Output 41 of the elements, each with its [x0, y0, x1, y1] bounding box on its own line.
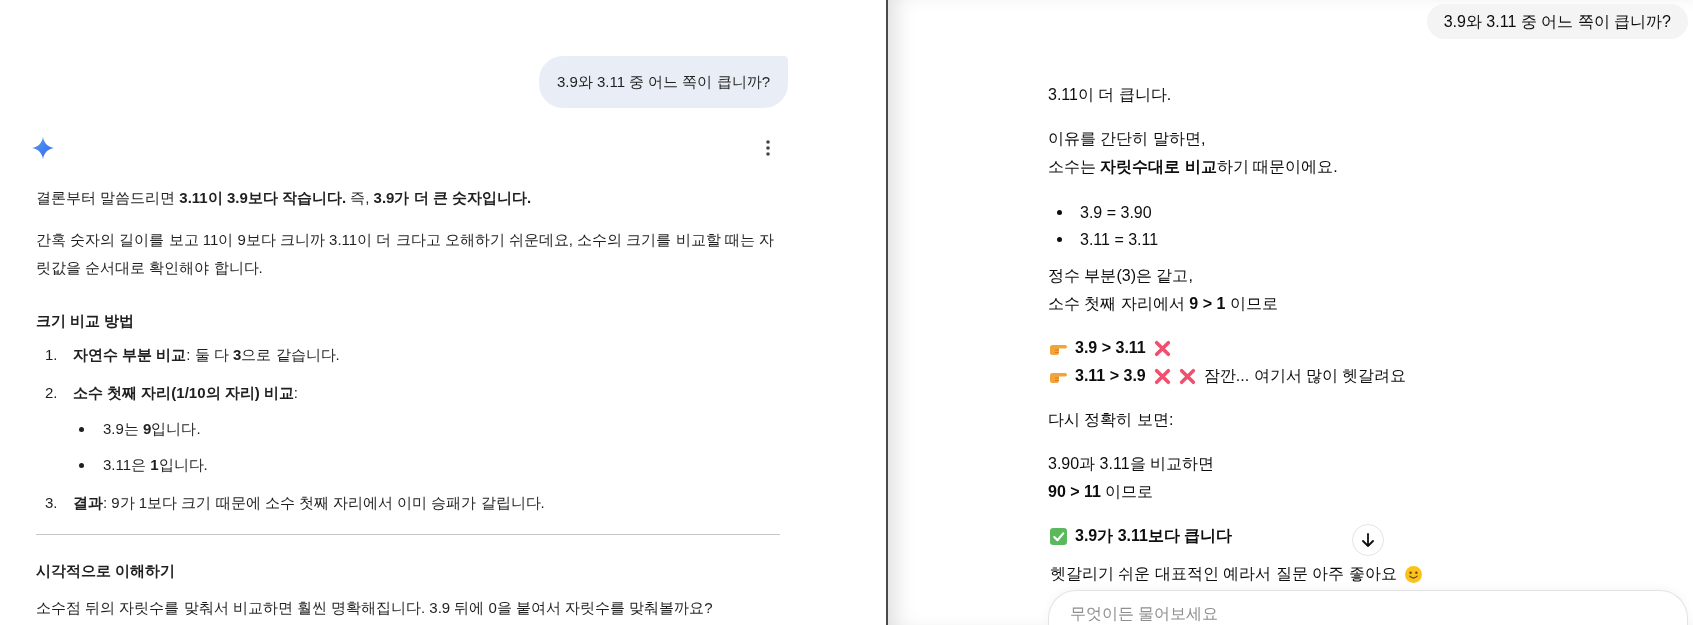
answer-text: 3.9 = 3.90 — [1080, 203, 1152, 223]
list-item-text: 3.11은 1입니다. — [103, 455, 208, 475]
response-paragraph: 결론부터 말씀드리면 3.11이 3.9보다 작습니다. 즉, 3.9가 더 큰 숫자입니다. — [36, 188, 533, 208]
list-item-text: 자연수 부분 비교: 둘 다 3으로 같습니다. — [73, 345, 340, 365]
message-input-field[interactable]: 무엇이든 물어보세요 — [1048, 590, 1688, 625]
answer-paragraph: 정수 부분(3)은 같고, 소수 첫째 자리에서 9 > 1 이므로 — [1048, 266, 1279, 314]
bullet-icon — [79, 426, 84, 432]
list-item-text: 소수 첫째 자리(1/10의 자리) 비교: — [73, 383, 299, 403]
scroll-down-button[interactable] — [1352, 524, 1384, 556]
arrow-down-icon — [1362, 533, 1374, 547]
answer-text: 3.11 = 3.11 — [1080, 230, 1159, 250]
answer-text: 3.11 > 3.9 — [1075, 366, 1146, 386]
answer-paragraph: 이유를 간단히 말하면, 소수는 자릿수대로 비교하기 때문이에요. — [1048, 129, 1339, 177]
check-mark-icon — [1050, 527, 1067, 545]
bullet-icon — [1057, 210, 1062, 215]
response-paragraph: 간혹 숫자의 길이를 보고 11이 9보다 크니까 3.11이 더 크다고 오해하기 쉬운데요, 소수의 크기를 비교할 때는 자릿값을 순서대로 확인해야 합니다. — [36, 230, 775, 278]
list-number: 3. — [45, 493, 59, 513]
list-number: 1. — [45, 345, 59, 365]
answer-paragraph: 다시 정확히 보면: — [1048, 410, 1175, 430]
section-heading: 시각적으로 이해하기 — [36, 561, 177, 581]
list-number: 2. — [45, 383, 59, 403]
response-paragraph: 소수점 뒤의 자릿수를 맞춰서 비교하면 훨씬 명확해집니다. 3.9 뒤에 0을 붙여서 자릿수를 맞춰볼까요? — [36, 598, 714, 618]
bullet-icon — [79, 462, 84, 468]
user-message-bubble: 3.9와 3.11 중 어느 쪽이 큽니까? — [1426, 4, 1688, 39]
cross-mark-icon — [1153, 339, 1171, 357]
list-item-text: 결과: 9가 1보다 크기 때문에 소수 첫째 자리에서 이미 승패가 갈립니다. — [73, 493, 545, 513]
section-heading: 크기 비교 방법 — [36, 311, 136, 331]
answer-paragraph: 3.11이 더 큽니다. — [1048, 85, 1173, 105]
cross-mark-icon — [1178, 367, 1196, 385]
answer-text: 헷갈리기 쉬운 대표적인 예라서 질문 아주 좋아요 — [1050, 564, 1397, 584]
smiley-face-icon — [1404, 565, 1422, 583]
answer-paragraph: 3.90과 3.11을 비교하면 90 > 11 이므로 — [1048, 454, 1215, 502]
list-item-text: 3.9는 9입니다. — [103, 419, 201, 439]
sparkle-icon — [32, 137, 54, 159]
answer-text: 3.9 > 3.11 — [1075, 338, 1146, 358]
answer-text: 3.9가 3.11보다 큽니다 — [1075, 526, 1233, 546]
bullet-icon — [1057, 237, 1062, 242]
user-message-bubble: 3.9와 3.11 중 어느 쪽이 큽니까? — [538, 56, 788, 108]
answer-text: 잠깐... 여기서 많이 헷갈려요 — [1203, 366, 1407, 386]
cross-mark-icon — [1153, 367, 1171, 385]
kebab-icon — [766, 140, 770, 156]
